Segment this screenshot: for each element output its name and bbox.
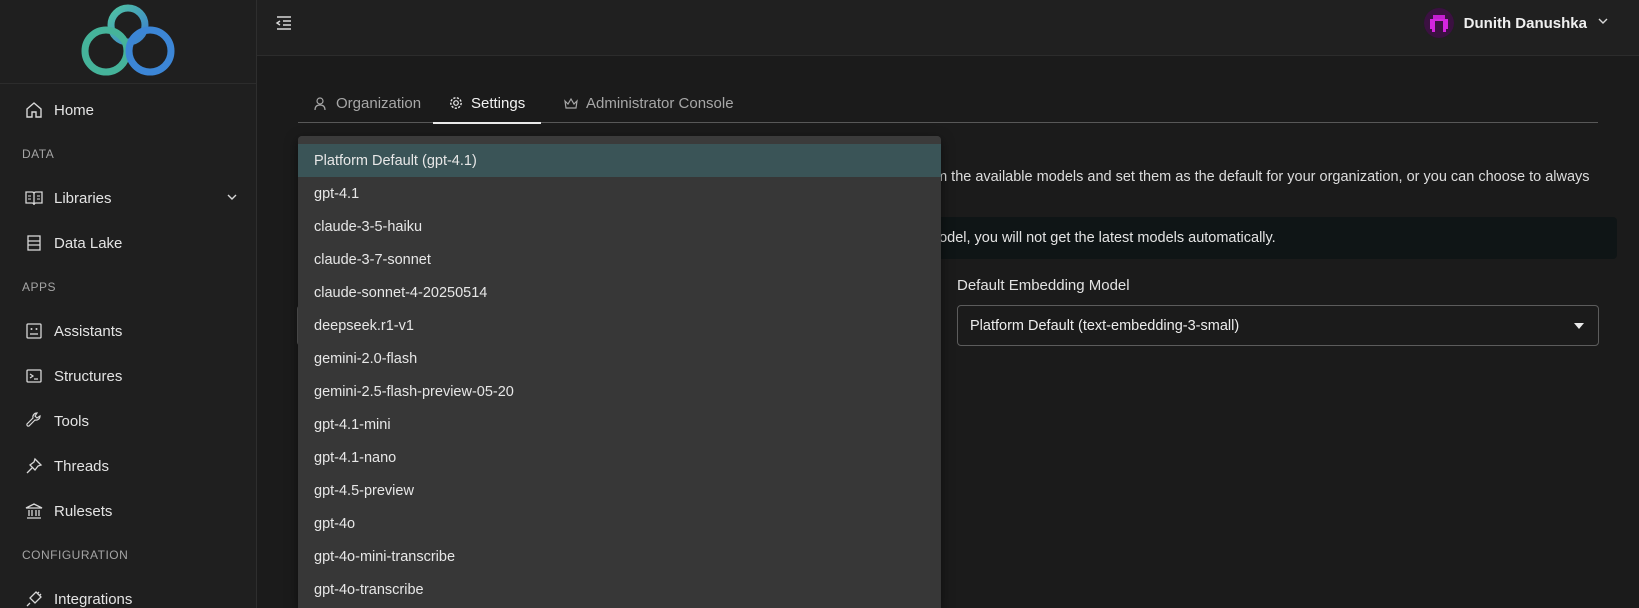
- section-label-apps: APPS: [22, 280, 57, 294]
- sidebar-item-libraries[interactable]: Libraries: [0, 181, 256, 215]
- sidebar-item-rulesets[interactable]: Rulesets: [0, 494, 256, 528]
- sidebar-item-label: Rulesets: [54, 502, 113, 520]
- logo[interactable]: [0, 0, 256, 84]
- model-dropdown-list[interactable]: Platform Default (gpt-4.1) gpt-4.1 claud…: [298, 136, 941, 608]
- sidebar-item-label: Integrations: [54, 590, 133, 608]
- terminal-icon: [24, 366, 44, 386]
- embedding-model-select[interactable]: Platform Default (text-embedding-3-small…: [957, 305, 1599, 346]
- assistant-icon: [24, 321, 44, 341]
- chevron-down-icon: [1597, 14, 1609, 32]
- user-menu[interactable]: Dunith Danushka: [1423, 8, 1609, 38]
- dropdown-option[interactable]: gpt-4.1-nano: [298, 441, 941, 474]
- embedding-model-value: Platform Default (text-embedding-3-small…: [970, 317, 1240, 334]
- sidebar-item-label: Structures: [54, 367, 123, 385]
- pin-icon: [24, 456, 44, 476]
- section-label-data: DATA: [22, 147, 55, 161]
- bank-icon: [24, 501, 44, 521]
- sidebar-item-label: Threads: [54, 457, 110, 475]
- tab-bar: Organization Settings Administrator Cons…: [298, 84, 1598, 124]
- crown-icon: [564, 97, 578, 111]
- chevron-down-icon[interactable]: [226, 190, 238, 207]
- dropdown-option[interactable]: gemini-2.5-flash-preview-05-20: [298, 375, 941, 408]
- database-icon: [24, 233, 44, 253]
- tab-label: Administrator Console: [586, 95, 734, 112]
- sidebar-item-assistants[interactable]: Assistants: [0, 314, 256, 348]
- settings-description: om the available models and set them as …: [927, 169, 1590, 185]
- dropdown-option[interactable]: gpt-4.1-mini: [298, 408, 941, 441]
- gear-icon: [449, 96, 463, 110]
- tab-label: Settings: [471, 94, 526, 112]
- sidebar-item-label: Data Lake: [54, 234, 123, 252]
- sidebar-item-label: Libraries: [54, 189, 112, 207]
- alert-text: model, you will not get the latest model…: [927, 230, 1276, 246]
- sidebar-item-integrations[interactable]: Integrations: [0, 582, 256, 608]
- wrench-icon: [24, 411, 44, 431]
- sidebar-item-structures[interactable]: Structures: [0, 359, 256, 393]
- dropdown-option[interactable]: Platform Default (gpt-4.1): [298, 144, 941, 177]
- sidebar-item-label: Home: [54, 101, 95, 119]
- dropdown-top-edge: [298, 136, 941, 144]
- tab-organization[interactable]: Organization: [298, 84, 437, 123]
- info-alert: model, you will not get the latest model…: [847, 217, 1617, 259]
- dropdown-option[interactable]: gemini-2.0-flash: [298, 342, 941, 375]
- tab-settings[interactable]: Settings: [433, 84, 542, 124]
- home-icon: [24, 100, 44, 120]
- dropdown-option[interactable]: gpt-4.5-preview: [298, 474, 941, 507]
- sidebar-item-label: Assistants: [54, 322, 123, 340]
- logo-icon: [81, 4, 175, 75]
- plug-icon: [24, 589, 44, 608]
- sidebar-item-label: Tools: [54, 412, 90, 430]
- menu-collapse-icon[interactable]: [275, 14, 295, 34]
- dropdown-option[interactable]: gpt-4o-transcribe: [298, 573, 941, 606]
- dropdown-option[interactable]: deepseek.r1-v1: [298, 309, 941, 342]
- embedding-model-label: Default Embedding Model: [957, 277, 1130, 294]
- caret-down-icon: [1574, 323, 1584, 329]
- dropdown-option[interactable]: claude-3-5-haiku: [298, 210, 941, 243]
- tab-label: Organization: [336, 95, 422, 112]
- dropdown-option[interactable]: claude-3-7-sonnet: [298, 243, 941, 276]
- avatar: [1423, 8, 1454, 38]
- sidebar-item-threads[interactable]: Threads: [0, 449, 256, 483]
- dropdown-option[interactable]: gpt-4.1: [298, 177, 941, 210]
- sidebar-item-tools[interactable]: Tools: [0, 404, 256, 438]
- section-label-configuration: CONFIGURATION: [22, 548, 129, 562]
- person-icon: [314, 96, 328, 111]
- sidebar: Home DATA Libraries Data Lake APPS Assis…: [0, 0, 257, 608]
- sidebar-item-home[interactable]: Home: [0, 93, 256, 127]
- sidebar-item-data-lake[interactable]: Data Lake: [0, 226, 256, 260]
- dropdown-option[interactable]: gpt-4o-mini-transcribe: [298, 540, 941, 573]
- dropdown-option[interactable]: gpt-4o: [298, 507, 941, 540]
- dropdown-option[interactable]: claude-sonnet-4-20250514: [298, 276, 941, 309]
- tab-administrator-console[interactable]: Administrator Console: [548, 84, 750, 123]
- book-icon: [24, 188, 44, 208]
- topbar: Dunith Danushka: [257, 0, 1639, 56]
- user-name: Dunith Danushka: [1463, 14, 1587, 32]
